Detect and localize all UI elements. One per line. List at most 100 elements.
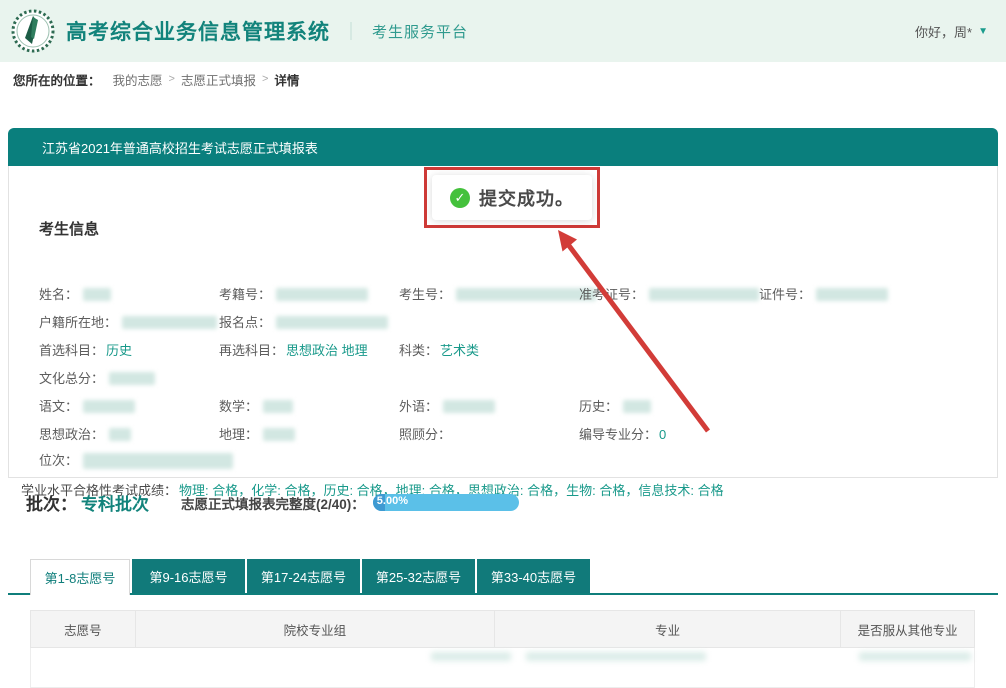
info-field-label: 编导专业分：: [579, 427, 657, 442]
breadcrumb-separator: >: [169, 73, 175, 85]
info-field-math: 数学：: [219, 396, 293, 418]
info-field-label: 证件号：: [759, 287, 811, 302]
info-field-label: 外语：: [399, 399, 438, 414]
batch-value: 专科批次: [81, 490, 149, 515]
info-field-label: 文化总分：: [39, 371, 104, 386]
redacted-value: [109, 372, 155, 385]
volunteer-tabs: 第1-8志愿号第9-16志愿号第17-24志愿号第25-32志愿号第33-40志…: [30, 559, 592, 595]
tab-volunteer-2[interactable]: 第9-16志愿号: [132, 559, 245, 593]
info-field-culture-total: 文化总分：: [39, 368, 155, 390]
info-field-value: 历史: [106, 343, 132, 358]
info-field-geography-score: 地理：: [219, 424, 295, 446]
info-field-chinese: 语文：: [39, 396, 135, 418]
info-field-label: 考籍号：: [219, 287, 271, 302]
info-field-label: 思想政治：: [39, 427, 104, 442]
info-field-category: 科类：艺术类: [399, 340, 479, 362]
panel-title: 江苏省2021年普通高校招生考试志愿正式填报表: [42, 138, 318, 157]
info-field-label: 历史：: [579, 399, 618, 414]
tab-volunteer-5[interactable]: 第33-40志愿号: [477, 559, 590, 593]
volunteer-table: 志愿号院校专业组专业是否服从其他专业: [30, 610, 975, 688]
info-field-label: 考生号：: [399, 287, 451, 302]
user-greeting: 你好，周*: [915, 22, 972, 41]
info-row: 姓名： 考籍号： 考生号： 准考证号： 证件号：: [9, 284, 997, 306]
table-column-header: 院校专业组: [136, 611, 495, 647]
info-field-re-subjects: 再选科目：思想政治 地理: [219, 340, 368, 362]
info-field-value: 0: [659, 427, 666, 442]
redacted-value: [83, 453, 233, 469]
redacted-value: [816, 288, 888, 301]
info-field-label: 数学：: [219, 399, 258, 414]
breadcrumb-item-my-volunteer[interactable]: 我的志愿: [113, 70, 163, 89]
success-toast: ✓ 提交成功。: [432, 175, 592, 220]
info-field-name: 姓名：: [39, 284, 111, 306]
info-field-registration-point: 报名点：: [219, 312, 388, 334]
batch-label: 批次：: [26, 490, 77, 515]
redacted-value: [276, 316, 388, 329]
redacted-value: [122, 316, 217, 329]
panel-header: 江苏省2021年普通高校招生考试志愿正式填报表: [8, 128, 998, 166]
info-field-label: 报名点：: [219, 315, 271, 330]
info-field-label: 准考证号：: [579, 287, 644, 302]
info-field-label: 语文：: [39, 399, 78, 414]
info-row: 户籍所在地： 报名点：: [9, 312, 997, 334]
table-row: [30, 648, 975, 688]
info-field-foreign-language: 外语：: [399, 396, 495, 418]
redacted-cell-value: [859, 652, 971, 661]
info-field-care-score: 照顾分：: [399, 424, 453, 446]
info-field-label: 户籍所在地：: [39, 315, 117, 330]
info-row: 位次：: [9, 450, 997, 472]
tab-volunteer-3[interactable]: 第17-24志愿号: [247, 559, 360, 593]
info-row: 语文： 数学： 外语： 历史：: [9, 396, 997, 418]
breadcrumb-prefix: 您所在的位置：: [13, 70, 101, 89]
info-field-household-location: 户籍所在地：: [39, 312, 217, 334]
caret-down-icon: ▼: [978, 26, 988, 37]
tab-volunteer-4[interactable]: 第25-32志愿号: [362, 559, 475, 593]
annotation-red-box: ✓ 提交成功。: [424, 167, 600, 228]
app-subtitle: 考生服务平台: [372, 21, 468, 42]
info-field-rank: 位次：: [39, 450, 233, 472]
breadcrumb: 您所在的位置： 我的志愿 > 志愿正式填报 > 详情: [0, 62, 1006, 96]
info-field-label: 科类：: [399, 343, 438, 358]
tab-volunteer-1[interactable]: 第1-8志愿号: [30, 559, 130, 595]
title-separator: ｜: [342, 18, 360, 44]
app-header: 高考综合业务信息管理系统 ｜ 考生服务平台 你好，周* ▼: [0, 0, 1006, 62]
info-row: 思想政治： 地理： 照顾分： 编导专业分：0: [9, 424, 997, 446]
user-menu[interactable]: 你好，周* ▼: [915, 22, 988, 41]
completeness-label: 志愿正式填报表完整度(2/40)：: [181, 493, 365, 513]
info-field-value: 思想政治 地理: [286, 343, 368, 358]
info-field-label: 照顾分：: [399, 427, 451, 442]
info-field-label: 位次：: [39, 453, 78, 468]
app-logo-seal-icon: [10, 8, 56, 54]
info-field-biandao-major-score: 编导专业分：0: [579, 424, 666, 446]
info-field-history-score: 历史：: [579, 396, 651, 418]
info-row: 首选科目：历史 再选科目：思想政治 地理 科类：艺术类: [9, 340, 997, 362]
info-field-candidate-no: 考生号：: [399, 284, 596, 306]
breadcrumb-separator: >: [262, 73, 268, 85]
info-field-label: 再选科目：: [219, 343, 284, 358]
success-toast-text: 提交成功。: [479, 185, 574, 211]
redacted-value: [83, 400, 135, 413]
redacted-value: [276, 288, 368, 301]
table-column-header: 专业: [495, 611, 841, 647]
table-column-header: 志愿号: [31, 611, 136, 647]
info-field-id-no: 证件号：: [759, 284, 888, 306]
info-field-exam-reg-no: 考籍号：: [219, 284, 368, 306]
info-field-politics-score: 思想政治：: [39, 424, 131, 446]
redacted-value: [83, 288, 111, 301]
redacted-cell-value: [526, 652, 706, 661]
info-field-first-subject: 首选科目：历史: [39, 340, 132, 362]
redacted-value: [623, 400, 651, 413]
candidate-info-title: 考生信息: [39, 218, 99, 239]
breadcrumb-item-formal-filling[interactable]: 志愿正式填报: [181, 70, 256, 89]
redacted-value: [456, 288, 596, 301]
breadcrumb-item-detail: 详情: [274, 70, 299, 89]
info-row: 文化总分：: [9, 368, 997, 390]
completeness-progress-bar: 5.00%: [373, 494, 519, 511]
table-column-header: 是否服从其他专业: [841, 611, 974, 647]
redacted-value: [109, 428, 131, 441]
info-field-label: 地理：: [219, 427, 258, 442]
batch-row: 批次： 专科批次 志愿正式填报表完整度(2/40)： 5.00%: [26, 490, 519, 515]
info-field-admission-ticket-no: 准考证号：: [579, 284, 759, 306]
progress-percent: 5.00%: [377, 495, 408, 507]
info-field-value: 艺术类: [440, 343, 479, 358]
